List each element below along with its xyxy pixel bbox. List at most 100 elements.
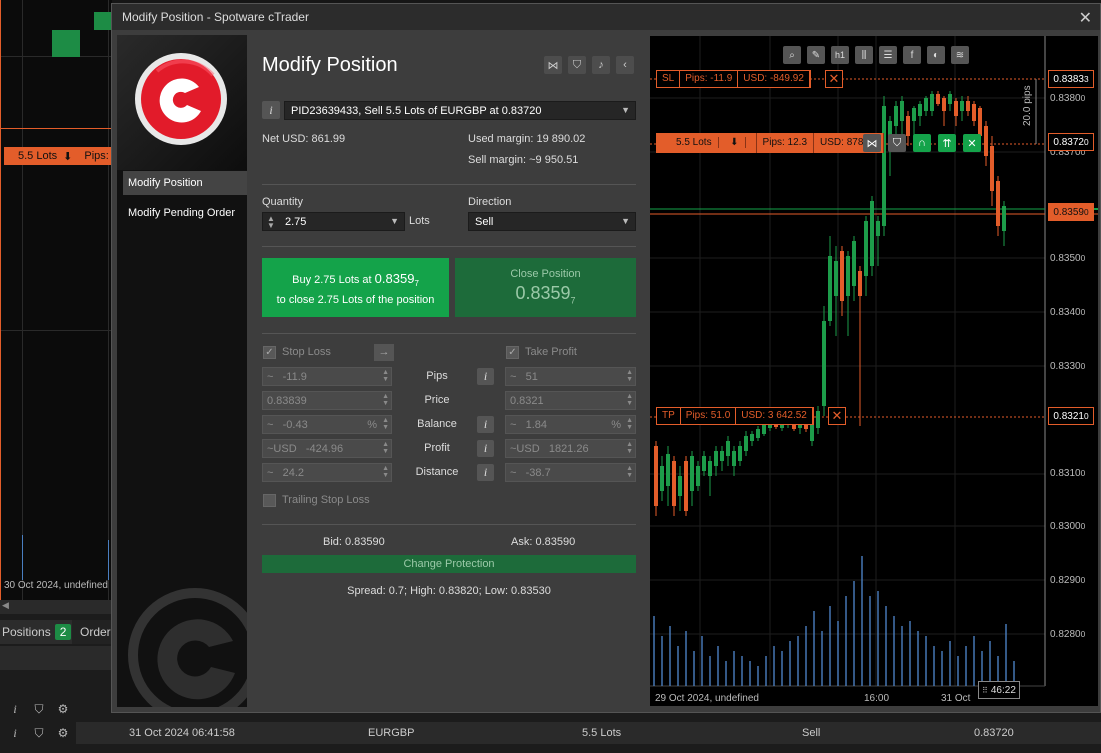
info-icon[interactable]: i	[262, 101, 280, 119]
tp-distance-field[interactable]: ~ -38.7 ▲ ▼	[505, 463, 636, 482]
stop-loss-checkbox[interactable]: ✓	[263, 346, 276, 359]
tab-positions[interactable]: Positions 2	[0, 620, 72, 644]
close-icon[interactable]: ✕	[825, 70, 843, 88]
take-profit-checkbox[interactable]: ✓	[506, 346, 519, 359]
chevron-left-icon[interactable]: ‹	[616, 56, 634, 74]
sl-distance-field[interactable]: ~ 24.2 ▲ ▼	[262, 463, 392, 482]
orange-line	[0, 128, 112, 129]
suffix: %	[611, 418, 621, 431]
shield-icon[interactable]: ⛉	[568, 56, 586, 74]
sl-order-tag[interactable]: SL Pips: -11.9 USD: -849.92	[656, 70, 811, 88]
nav-modify-pending-order[interactable]: Modify Pending Order	[123, 201, 247, 225]
shield-icon[interactable]: ⛉	[30, 724, 48, 742]
tp-balance-field[interactable]: ~ 1.84% ▲ ▼	[505, 415, 636, 434]
candle-body	[966, 101, 970, 111]
timeframe-button[interactable]: h1	[831, 46, 849, 64]
info-icon[interactable]: i	[6, 700, 24, 718]
table-header	[0, 646, 112, 670]
value: -0.43	[282, 418, 308, 431]
scroll-left-icon[interactable]: ◀	[0, 600, 112, 614]
gear-icon[interactable]: ⚙	[54, 700, 72, 718]
close-icon[interactable]: ✕	[828, 407, 846, 425]
spinner-icon[interactable]: ▲ ▼	[382, 417, 389, 431]
spinner-icon[interactable]: ▲ ▼	[382, 465, 389, 479]
divider	[262, 333, 636, 334]
cell-price: 0.83720	[974, 727, 1014, 739]
close-position-button[interactable]: Close Position 0.83597	[455, 258, 636, 317]
candle-body	[858, 271, 862, 296]
dialog-titlebar[interactable]: Modify Position - Spotware cTrader ✕	[112, 4, 1100, 30]
layers-icon[interactable]: ≋	[951, 46, 969, 64]
candles-icon[interactable]: ⫼	[855, 46, 873, 64]
tp-price-field[interactable]: 0.8321 ▲ ▼	[505, 391, 636, 410]
tp-pips-field[interactable]: ~ 51 ▲ ▼	[505, 367, 636, 386]
candle-body	[654, 446, 658, 506]
tp-profit-field[interactable]: ~USD 1821.26 ▲ ▼	[505, 439, 636, 458]
spinner-icon[interactable]: ▲ ▼	[382, 393, 389, 407]
table-row[interactable]: i ⛉ ⚙ 31 Oct 2024 06:41:58 EURGBP 5.5 Lo…	[0, 722, 1101, 744]
candle-body	[876, 221, 880, 236]
position-select[interactable]: PID23639433, Sell 5.5 Lots of EURGBP at …	[284, 101, 636, 120]
buy-close-button[interactable]: Buy 2.75 Lots at 0.83597 to close 2.75 L…	[262, 258, 449, 317]
change-protection-button[interactable]: Change Protection	[262, 555, 636, 573]
sl-price-field[interactable]: 0.83839 ▲ ▼	[262, 391, 392, 410]
info-icon[interactable]: i	[477, 440, 494, 457]
position-tag[interactable]: 5.5 Lots ⬇ Pips: 12.3 USD: 878.49	[656, 133, 885, 153]
volume-bar	[22, 535, 23, 580]
volume-bar	[108, 540, 109, 580]
candle-body	[948, 94, 952, 104]
candle-body	[894, 106, 898, 126]
facebook-icon[interactable]: f	[903, 46, 921, 64]
gear-icon[interactable]: ⚙	[54, 724, 72, 742]
position-tag[interactable]: 5.5 Lots ⬇ Pips:	[4, 147, 112, 165]
share-icon[interactable]: ⋈	[863, 134, 881, 152]
tab-orders[interactable]: Orders	[72, 620, 117, 644]
info-icon[interactable]: i	[477, 464, 494, 481]
price-chart[interactable]: ⌕ ✎ h1 ⫼ ☰ f ◐ ≋ SL Pips: -11.9 USD: -84…	[650, 36, 1098, 706]
bid-value: Bid: 0.83590	[323, 536, 385, 548]
info-icon[interactable]: i	[477, 368, 494, 385]
close-position-price-wrap: 0.83597	[455, 283, 636, 306]
drag-handle-icon[interactable]: ⠿	[982, 686, 988, 695]
sl-pips-field[interactable]: ~ -11.9 ▲ ▼	[262, 367, 392, 386]
share-icon[interactable]: ⋈	[544, 56, 562, 74]
trailing-stop-checkbox[interactable]	[263, 494, 276, 507]
reverse-icon[interactable]: ∩	[913, 134, 931, 152]
bell-icon[interactable]: ♪	[592, 56, 610, 74]
info-icon[interactable]: i	[477, 416, 494, 433]
grid-line	[22, 0, 23, 600]
spinner-icon[interactable]: ▲ ▼	[626, 393, 633, 407]
double-arrow-up-icon[interactable]: ⇈	[938, 134, 956, 152]
info-icon[interactable]: i	[6, 724, 24, 742]
grid-line	[0, 330, 112, 331]
spinner-icon[interactable]: ▲ ▼	[382, 369, 389, 383]
candle-body	[924, 98, 928, 111]
candle-body	[960, 101, 964, 111]
sl-profit-field[interactable]: ~USD -424.96 ▲ ▼	[262, 439, 392, 458]
tp-usd: USD: 3 642.52	[736, 408, 813, 424]
divider	[262, 524, 636, 525]
spinner-icon[interactable]: ▲ ▼	[626, 369, 633, 383]
indicators-icon[interactable]: ☰	[879, 46, 897, 64]
close-icon[interactable]: ✕	[1079, 8, 1092, 28]
suffix: %	[367, 418, 377, 431]
used-margin: Used margin: 19 890.02	[468, 133, 586, 145]
tp-order-tag[interactable]: TP Pips: 51.0 USD: 3 642.52	[656, 407, 814, 425]
candle-body	[1002, 206, 1006, 231]
sl-balance-field[interactable]: ~ -0.43% ▲ ▼	[262, 415, 392, 434]
drop-icon[interactable]: ◐	[927, 46, 945, 64]
spinner-icon[interactable]: ▲ ▼	[382, 441, 389, 455]
shield-icon[interactable]: ⛉	[30, 700, 48, 718]
shield-icon[interactable]: ⛉	[888, 134, 906, 152]
quantity-stepper[interactable]: ▲ ▼ 2.75 ▼	[262, 212, 405, 231]
nav-modify-position[interactable]: Modify Position	[123, 171, 247, 195]
zoom-icon[interactable]: ⌕	[783, 46, 801, 64]
spinner-icon[interactable]: ▲ ▼	[626, 441, 633, 455]
close-position-icon[interactable]: ✕	[963, 134, 981, 152]
direction-select[interactable]: Sell ▼	[468, 212, 636, 231]
spinner-icon[interactable]: ▲ ▼	[626, 417, 633, 431]
spinner-icon[interactable]: ▲ ▼	[626, 465, 633, 479]
stepper-icon[interactable]: ▲ ▼	[267, 215, 275, 230]
arrow-right-icon[interactable]: →	[374, 344, 394, 361]
edit-chart-icon[interactable]: ✎	[807, 46, 825, 64]
